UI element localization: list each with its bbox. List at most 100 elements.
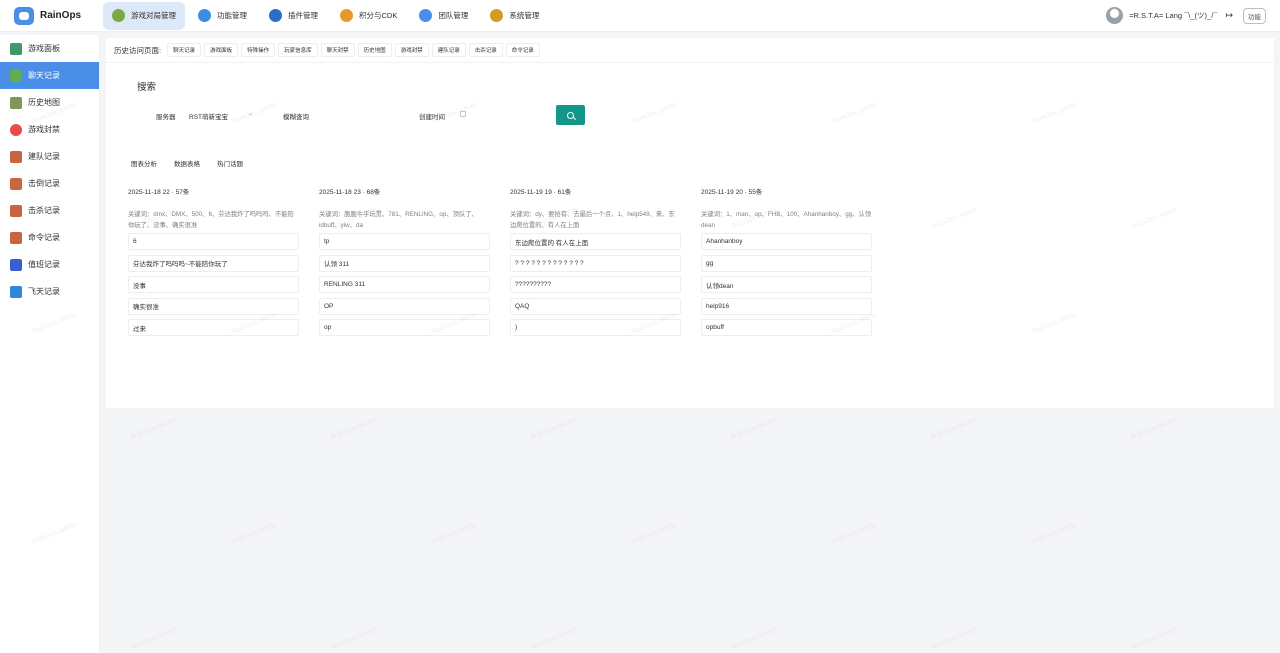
sidebar-item-1[interactable]: 聊天记录	[0, 62, 99, 89]
note-icon	[10, 177, 22, 190]
message-item[interactable]: 东边爬位置的 有人在上面	[510, 233, 681, 250]
nav-item-0[interactable]: 游戏对局管理	[103, 1, 185, 30]
sidebar-item-label: 击杀记录	[28, 206, 60, 215]
sidebar-item-label: 历史地图	[28, 98, 60, 107]
sidebar-item-3[interactable]: 游戏封禁	[0, 116, 99, 143]
map-icon	[10, 96, 22, 109]
function-button[interactable]: 功能	[1243, 7, 1266, 24]
game-icon	[112, 9, 125, 22]
message-item[interactable]: gg	[701, 254, 872, 272]
message-item[interactable]: Ahanhanboy	[701, 233, 872, 250]
column-keywords: 关键词：dmx、DMX、500、6、芬达我炸了吗吗吗、不能陪你玩了、没事、确实很…	[128, 211, 294, 229]
brand[interactable]: RainOps	[0, 0, 100, 32]
message-item[interactable]: help916	[701, 297, 872, 315]
sidebar-item-5[interactable]: 击倒记录	[0, 170, 99, 197]
history-chip-6[interactable]: 游戏封禁	[394, 43, 429, 57]
message-item[interactable]: 认领 311	[319, 254, 490, 272]
camera-icon	[10, 285, 22, 298]
top-navbar: RainOps 游戏对局管理 功能管理 插件管理 积分与CDK 团队管理 系统管理 =R.…	[0, 0, 1280, 32]
column-header: 2025-11-18 22 · 57条	[128, 189, 190, 196]
message-item[interactable]: QAQ	[510, 297, 681, 315]
tab-0[interactable]: 图表分析	[131, 158, 157, 168]
brand-name: RainOps	[40, 10, 82, 21]
message-item[interactable]: 认领dean	[701, 276, 872, 293]
sidebar-item-label: 建队记录	[28, 152, 60, 161]
nav-item-1[interactable]: 功能管理	[189, 2, 256, 30]
nav-item-5[interactable]: 系统管理	[481, 2, 548, 30]
message-item[interactable]: 芬达我炸了吗吗吗~不能陪你玩了	[128, 254, 299, 272]
column-keywords: 关键词：1、man、op、FHB、100、Ahanhanboy、gg、认领dea…	[701, 211, 872, 229]
history-chip-5[interactable]: 历史地图	[357, 43, 392, 57]
coin-icon	[340, 9, 353, 22]
history-chip-3[interactable]: 玩家信息库	[278, 43, 318, 57]
sidebar-item-label: 飞天记录	[28, 287, 60, 296]
history-chip-4[interactable]: 聊天封禁	[320, 43, 355, 57]
logo-icon	[14, 6, 34, 25]
sidebar-item-9[interactable]: 飞天记录	[0, 278, 99, 305]
nav-item-3[interactable]: 积分与CDK	[331, 2, 406, 30]
history-chip-7[interactable]: 建队记录	[431, 43, 466, 57]
tools-icon	[490, 9, 504, 22]
sidebar: 游戏面板聊天记录历史地图游戏封禁建队记录击倒记录击杀记录命令记录值班记录飞天记录	[0, 35, 100, 653]
sidebar-item-2[interactable]: 历史地图	[0, 89, 99, 116]
message-list: tp 认领 311 RENLING 311 OP op	[319, 233, 490, 336]
message-item[interactable]: ??????????	[510, 276, 681, 293]
nav-item-label: 插件管理	[288, 11, 318, 20]
sidebar-item-0[interactable]: 游戏面板	[0, 35, 99, 62]
gear-icon	[198, 9, 211, 22]
message-item[interactable]: 确实很准	[128, 297, 299, 315]
message-list: Ahanhanboy gg 认领dean help916 opbuff	[701, 233, 872, 336]
nav-item-4[interactable]: 团队管理	[410, 2, 477, 30]
message-item[interactable]: RENLING 311	[319, 276, 490, 293]
fuzzy-query-input[interactable]: 模糊查询	[283, 111, 309, 121]
column-header: 2025-11-19 19 · 61条	[510, 189, 572, 196]
sidebar-item-6[interactable]: 击杀记录	[0, 197, 99, 224]
chevron-down-icon[interactable]: ⌄	[248, 110, 253, 117]
message-item[interactable]: ? ? ? ? ? ? ? ? ? ? ? ? ?	[510, 254, 681, 272]
tab-1[interactable]: 数据表格	[174, 158, 200, 168]
calendar-icon[interactable]	[460, 111, 466, 117]
server-label: 服务器	[156, 114, 176, 121]
topic-column: 2025-11-18 23 · 68条 关键词：脆脆牛乎玩贯、781、RENLIN…	[319, 186, 490, 336]
topic-column: 2025-11-19 20 · 55条 关键词：1、man、op、FHB、100、…	[701, 186, 872, 336]
tab-2[interactable]: 热门话题	[217, 158, 243, 168]
history-chip-0[interactable]: 聊天记录	[167, 43, 202, 57]
history-chip-2[interactable]: 特殊操作	[241, 43, 276, 57]
history-chip-8[interactable]: 击杀记录	[468, 43, 503, 57]
sidebar-item-4[interactable]: 建队记录	[0, 143, 99, 170]
sidebar-item-8[interactable]: 值班记录	[0, 251, 99, 278]
search-button[interactable]	[556, 105, 585, 125]
sidebar-item-label: 游戏面板	[28, 44, 60, 53]
view-tabs: 图表分析 数据表格 热门话题	[131, 158, 260, 168]
sidebar-item-label: 聊天记录	[28, 71, 60, 80]
nav-item-label: 功能管理	[217, 11, 247, 20]
column-header: 2025-11-18 23 · 68条	[319, 189, 381, 196]
chat-panel: 搜索 服务器 RST萌新宝宝 ⌄ 模糊查询 创建时间 图表分析 数据表格 热门话题 …	[106, 63, 1274, 408]
username[interactable]: =R.S.T.A= Lang ¯\_(ツ)_/¯	[1129, 10, 1217, 21]
message-item[interactable]: tp	[319, 233, 490, 250]
history-chip-1[interactable]: 游戏面板	[204, 43, 239, 57]
message-item[interactable]: )	[510, 319, 681, 336]
message-item[interactable]: opbuff	[701, 319, 872, 336]
message-item[interactable]: OP	[319, 297, 490, 315]
logout-icon[interactable]: ↦	[1225, 10, 1233, 21]
server-select[interactable]: RST萌新宝宝	[189, 111, 228, 121]
message-item[interactable]: 过来	[128, 319, 299, 336]
message-item[interactable]: 没事	[128, 276, 299, 293]
message-list: 东边爬位置的 有人在上面 ? ? ? ? ? ? ? ? ? ? ? ? ????…	[510, 233, 681, 336]
column-keywords: 关键词：dy、要抢有、去最后一个点、1、help549、来、东边爬位置的、有人在…	[510, 211, 675, 229]
sidebar-item-label: 值班记录	[28, 260, 60, 269]
topic-column: 2025-11-19 19 · 61条关键词：dy、要抢有、去最后一个点、1、h…	[510, 186, 681, 336]
created-time-label: 创建时间	[419, 114, 445, 121]
note-icon	[10, 150, 22, 163]
message-item[interactable]: 6	[128, 233, 299, 250]
search-title: 搜索	[137, 82, 157, 93]
plugin-icon	[269, 9, 282, 22]
top-nav-menu: 游戏对局管理 功能管理 插件管理 积分与CDK 团队管理 系统管理	[103, 0, 552, 32]
message-item[interactable]: op	[319, 319, 490, 336]
sidebar-item-7[interactable]: 命令记录	[0, 224, 99, 251]
history-chip-9[interactable]: 命令记录	[505, 43, 540, 57]
nav-item-2[interactable]: 插件管理	[260, 2, 327, 30]
avatar[interactable]	[1106, 7, 1124, 24]
nav-item-label: 系统管理	[509, 11, 540, 20]
